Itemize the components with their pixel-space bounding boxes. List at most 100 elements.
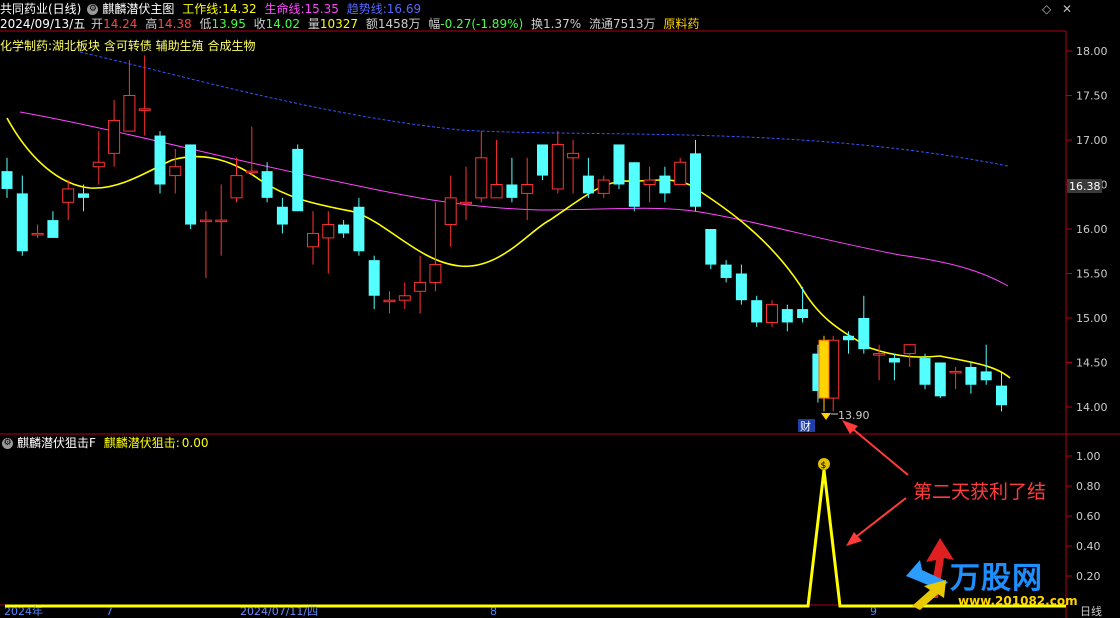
bottom-label-month-7: 7 <box>106 605 113 618</box>
candle <box>567 140 580 194</box>
sub-tick-label: 0.40 <box>1076 540 1101 553</box>
indicator-settings-icon[interactable]: ⚙ <box>87 4 99 15</box>
collapse-icon[interactable]: ◇ <box>1042 2 1051 16</box>
sub-tick-label: 1.00 <box>1076 450 1101 463</box>
logo-text: 万股网 <box>950 561 1043 596</box>
candle <box>154 131 166 194</box>
candle <box>475 131 488 203</box>
candle <box>383 291 396 314</box>
candle <box>659 166 671 203</box>
trend-line-value: 16.69 <box>386 2 422 16</box>
signal-dollar-icon: $ <box>818 458 830 471</box>
sub-tick-label: 0.80 <box>1076 480 1101 493</box>
candle <box>766 300 778 327</box>
low-value: 13.95 <box>211 17 246 31</box>
candle <box>47 211 59 238</box>
candle <box>62 180 75 221</box>
candle <box>185 144 197 229</box>
candle <box>123 59 136 132</box>
candle <box>414 255 427 314</box>
price-tick-label: 15.00 <box>1076 312 1108 325</box>
svg-text:$: $ <box>821 461 827 471</box>
cai-marker-label: 财 <box>800 419 811 433</box>
current-price-box: 16.38 <box>1067 179 1102 193</box>
candle <box>322 211 335 274</box>
low-price-label: 13.90 <box>838 409 870 422</box>
candle <box>949 366 962 390</box>
candle <box>582 157 594 198</box>
candle <box>934 362 946 399</box>
change-value: -0.27(-1.89%) <box>440 17 524 31</box>
sub-tick-label: 0.20 <box>1076 570 1101 583</box>
annotation-arrows <box>842 420 909 546</box>
annotation-text: 第二天获利了结 <box>913 481 1047 503</box>
candle <box>843 331 854 354</box>
work-line-label: 工作线: <box>182 2 223 16</box>
candle <box>245 126 258 176</box>
low-label: 低 <box>199 17 212 31</box>
open-label: 开 <box>91 17 104 31</box>
candle <box>537 144 548 181</box>
candle <box>965 362 977 394</box>
stock-chart-canvas: 18.0017.5017.0016.5016.0015.5015.0014.50… <box>0 30 1120 618</box>
logo-url: www.201082.com <box>958 594 1078 608</box>
candle <box>429 202 442 292</box>
candle <box>307 211 319 265</box>
candle <box>551 131 564 194</box>
price-tick-label: 14.00 <box>1076 401 1108 414</box>
candle <box>996 373 1007 412</box>
bottom-label-date: 2024/07/11/四 <box>240 605 319 618</box>
cai-marker[interactable]: 财 <box>798 419 815 433</box>
high-value: 14.38 <box>157 17 192 31</box>
candle <box>919 353 931 390</box>
turnover-value: 1.37% <box>543 17 582 31</box>
price-tick-label: 18.00 <box>1076 45 1108 58</box>
candle <box>138 55 151 136</box>
candle <box>720 260 732 283</box>
candle <box>628 162 640 212</box>
close-icon[interactable]: ✕ <box>1062 2 1072 16</box>
candle <box>858 295 870 354</box>
volume-label: 量 <box>307 17 320 31</box>
bottom-label-month-8: 8 <box>490 605 497 618</box>
sub-indicator-value-label: 麒麟潜伏狙击: <box>103 436 180 450</box>
period-label[interactable]: 日线 <box>1080 606 1102 618</box>
close-label: 收 <box>253 17 266 31</box>
amount-value: 1458万 <box>377 17 421 31</box>
candle <box>735 264 747 305</box>
price-tick-label: 14.50 <box>1076 357 1108 370</box>
candle <box>398 282 411 310</box>
candle <box>31 224 44 238</box>
candle <box>674 157 687 185</box>
candle <box>643 166 656 203</box>
bottom-label-year: 2024年 <box>4 605 43 618</box>
price-tick-label: 16.00 <box>1076 223 1108 236</box>
candle <box>78 184 89 212</box>
candle <box>521 157 534 221</box>
candle <box>506 157 518 203</box>
price-axis: 18.0017.5017.0016.5016.0015.5015.0014.50… <box>1066 45 1108 414</box>
candle <box>276 197 288 234</box>
candle <box>1 157 13 198</box>
volume-value: 10327 <box>319 17 359 31</box>
candle <box>292 144 304 212</box>
turnover-label: 换 <box>531 17 544 31</box>
signal-candle <box>818 335 830 412</box>
trend-line-label: 趋势线: <box>346 2 387 16</box>
price-tick-label: 17.50 <box>1076 90 1108 103</box>
change-label: 幅 <box>428 17 441 31</box>
candle <box>781 304 793 332</box>
candle <box>797 286 809 323</box>
sub-panel-title-bar: ⚙ 麒麟潜伏狙击F 麒麟潜伏狙击: 0.00 <box>0 434 213 452</box>
open-value: 14.24 <box>103 17 138 31</box>
panel-frame <box>0 30 1120 618</box>
candle <box>215 184 228 256</box>
indicator-name[interactable]: 麒麟潜伏主图 <box>102 2 174 16</box>
candle <box>751 295 763 327</box>
sub-indicator-settings-icon[interactable]: ⚙ <box>2 438 13 449</box>
candle <box>108 99 121 167</box>
quote-info-bar: 2024/09/13/五 开14.24 高14.38 低13.95 收14.02… <box>0 15 703 33</box>
sub-indicator-name[interactable]: 麒麟潜伏狙击F <box>17 436 96 450</box>
candle <box>888 353 900 381</box>
sector-tag[interactable]: 原料药 <box>663 17 699 31</box>
